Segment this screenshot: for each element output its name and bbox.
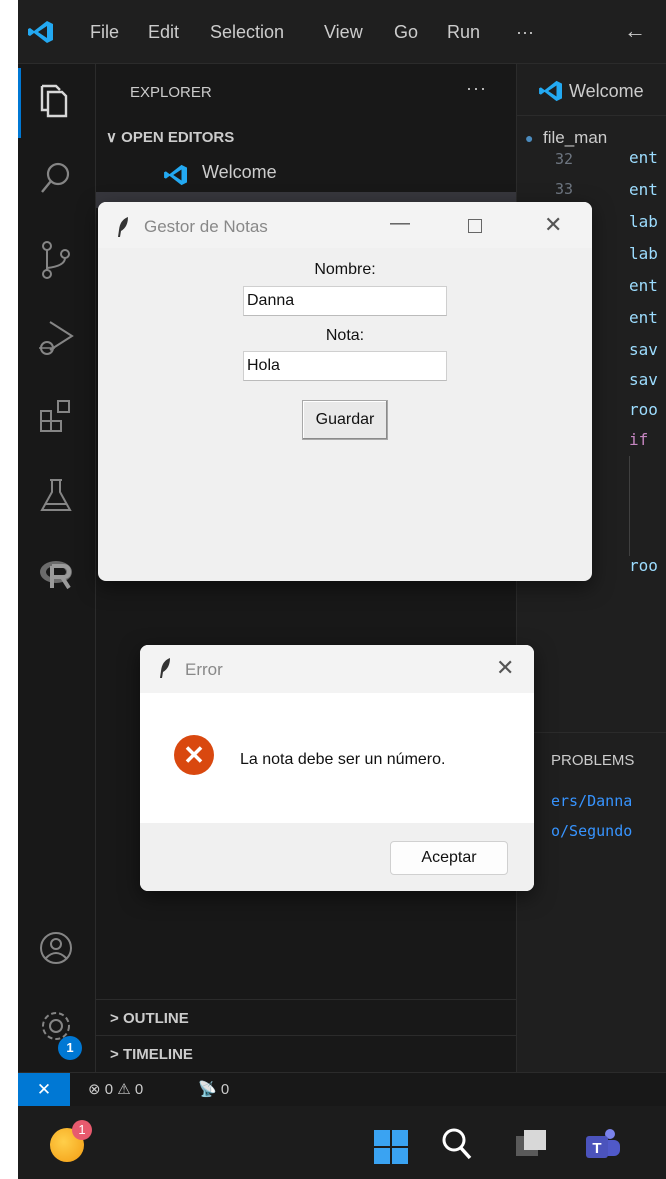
windows-start-icon[interactable] xyxy=(374,1130,408,1164)
menu-edit[interactable]: Edit xyxy=(148,22,179,43)
menu-go[interactable]: Go xyxy=(394,22,418,43)
explorer-more-button[interactable]: ··· xyxy=(466,78,487,99)
close-button[interactable]: ✕ xyxy=(496,655,514,681)
vscode-logo-icon xyxy=(539,80,562,102)
nombre-input[interactable] xyxy=(243,286,447,316)
error-icon: ✕ xyxy=(174,735,214,775)
panel-divider xyxy=(517,732,666,733)
line-number: 33 xyxy=(554,180,573,198)
vscode-logo-icon xyxy=(164,164,187,186)
menu-file[interactable]: File xyxy=(90,22,119,43)
status-problems[interactable]: ⊗ 0 ⚠ 0 xyxy=(88,1080,143,1098)
open-editors-section[interactable]: ∨ OPEN EDITORS xyxy=(106,128,234,146)
close-button[interactable]: ✕ xyxy=(544,212,562,238)
tab-welcome[interactable]: Welcome xyxy=(517,64,666,116)
status-bar: ✕ ⊗ 0 ⚠ 0 📡 0 xyxy=(18,1072,666,1107)
error-dialog: Error ✕ ✕ La nota debe ser un número. Ac… xyxy=(140,645,534,891)
outline-section[interactable]: > OUTLINE xyxy=(96,999,516,1035)
chevron-right-icon: > xyxy=(110,1010,119,1027)
svg-text:T: T xyxy=(592,1140,601,1157)
extensions-icon[interactable] xyxy=(38,398,76,436)
terminal-line: ers/Danna xyxy=(551,792,633,810)
line-number: 32 xyxy=(554,150,573,168)
r-icon[interactable] xyxy=(38,558,76,592)
dialog-title: Error xyxy=(185,660,223,679)
tk-feather-icon xyxy=(160,658,170,678)
code-line[interactable]: ent xyxy=(629,276,658,295)
guardar-button[interactable]: Guardar xyxy=(302,400,388,440)
code-line[interactable]: sav xyxy=(629,340,658,359)
code-line[interactable]: sav xyxy=(629,370,658,389)
gestor-de-notas-window: Gestor de Notas — ✕ Nombre: Nota: Guarda… xyxy=(98,202,592,581)
tab-problems[interactable]: PROBLEMS xyxy=(551,752,634,769)
task-view-icon[interactable] xyxy=(514,1128,548,1160)
timeline-label: TIMELINE xyxy=(122,1046,193,1063)
source-control-icon[interactable] xyxy=(38,240,74,280)
code-line[interactable]: if xyxy=(629,430,648,449)
active-indicator xyxy=(18,68,21,138)
desktop-screen: File Edit Selection View Go Run ··· ← 1 … xyxy=(18,0,666,1179)
terminal-line: o/Segundo xyxy=(551,822,633,840)
vscode-logo-icon[interactable] xyxy=(28,20,54,44)
remote-indicator-button[interactable]: ✕ xyxy=(18,1073,70,1107)
teams-icon[interactable]: T xyxy=(584,1126,622,1162)
status-ports[interactable]: 📡 0 xyxy=(198,1080,229,1098)
menu-run[interactable]: Run xyxy=(447,22,480,43)
gestor-title-bar[interactable]: Gestor de Notas — ✕ xyxy=(98,202,592,248)
account-icon[interactable] xyxy=(38,930,74,966)
tab-welcome-label: Welcome xyxy=(569,81,644,101)
title-bar: File Edit Selection View Go Run ··· ← xyxy=(18,0,666,64)
dialog-footer: Aceptar xyxy=(140,823,534,891)
menu-more[interactable]: ··· xyxy=(516,22,534,43)
indent-guide xyxy=(629,456,630,556)
code-line[interactable]: roo xyxy=(629,556,658,575)
outline-label: OUTLINE xyxy=(122,1010,189,1027)
menu-selection[interactable]: Selection xyxy=(210,22,284,43)
aceptar-button[interactable]: Aceptar xyxy=(390,841,508,875)
testing-icon[interactable] xyxy=(38,476,74,516)
nota-label: Nota: xyxy=(325,327,365,344)
activity-bar: 1 xyxy=(18,64,96,1072)
window-title: Gestor de Notas xyxy=(144,217,268,236)
code-line[interactable]: ent xyxy=(629,148,658,167)
chevron-right-icon: > xyxy=(110,1046,119,1063)
code-line[interactable]: lab xyxy=(629,212,658,231)
search-icon[interactable] xyxy=(38,160,74,196)
minimize-button[interactable]: — xyxy=(390,212,410,235)
explorer-title: EXPLORER xyxy=(130,84,212,101)
notification-badge: 1 xyxy=(72,1120,92,1140)
taskbar: 1 T xyxy=(18,1106,666,1179)
back-arrow-icon[interactable]: ← xyxy=(624,18,646,44)
code-line[interactable]: roo xyxy=(629,400,658,419)
nota-input[interactable] xyxy=(243,351,447,381)
run-debug-icon[interactable] xyxy=(38,318,74,358)
files-icon[interactable] xyxy=(38,82,74,120)
breadcrumb[interactable]: file_man xyxy=(543,128,607,148)
timeline-section[interactable]: > TIMELINE xyxy=(96,1035,516,1071)
error-title-bar[interactable]: Error ✕ xyxy=(140,645,534,693)
menu-view[interactable]: View xyxy=(324,22,363,43)
maximize-button[interactable] xyxy=(468,219,482,233)
code-line[interactable]: ent xyxy=(629,180,658,199)
code-line[interactable]: ent xyxy=(629,308,658,327)
tk-feather-icon xyxy=(118,217,128,237)
search-icon[interactable] xyxy=(440,1126,474,1162)
python-file-icon: ● xyxy=(525,130,534,146)
open-editor-welcome[interactable]: Welcome xyxy=(202,162,277,183)
settings-badge: 1 xyxy=(58,1036,82,1060)
code-line[interactable]: lab xyxy=(629,244,658,263)
nombre-label: Nombre: xyxy=(314,261,376,278)
error-message: La nota debe ser un número. xyxy=(240,751,446,768)
